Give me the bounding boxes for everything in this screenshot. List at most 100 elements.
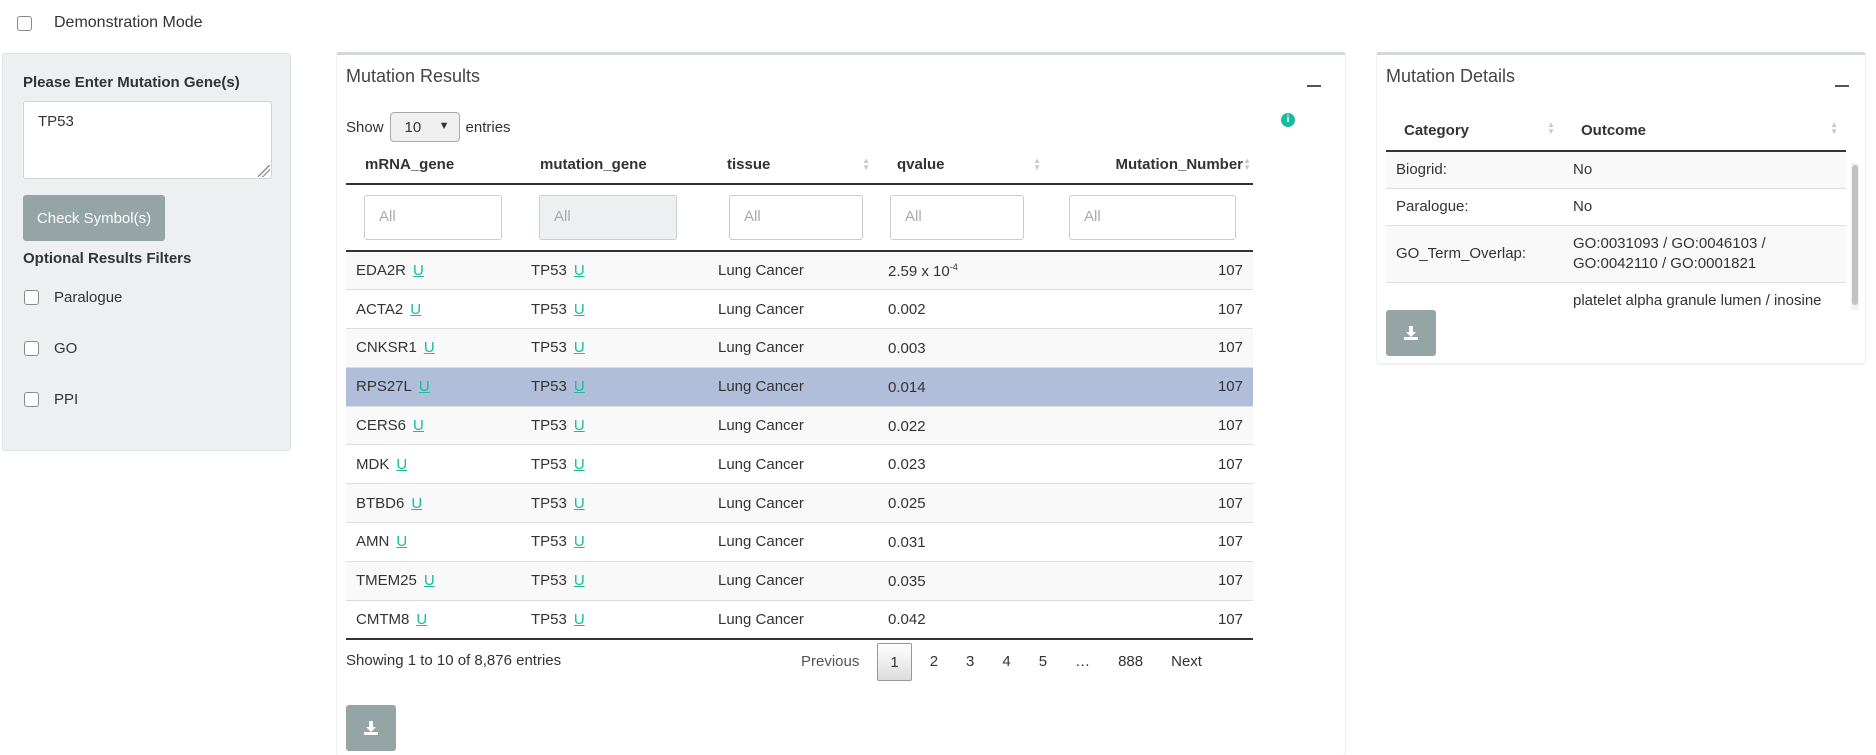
cell-mutation-number: 107 <box>1049 289 1253 329</box>
col-outcome[interactable]: Outcome ▲ ▼ <box>1563 110 1846 152</box>
cell-mrna-gene: AMN U <box>346 522 521 562</box>
col-mutation-gene[interactable]: mutation_gene <box>521 146 708 185</box>
cell-qvalue: 2.59 x 10-4 <box>878 250 1049 290</box>
qvalue-exponent: -4 <box>949 261 958 272</box>
cell-qvalue: 0.035 <box>878 560 1049 601</box>
table-row[interactable]: CMTM8 U TP53 U Lung Cancer 0.042 107 <box>346 599 1253 640</box>
cell-tissue: Lung Cancer <box>708 250 878 290</box>
cell-mutation-number: 107 <box>1049 483 1253 523</box>
detail-outcome: No <box>1563 150 1846 189</box>
uniprot-link[interactable]: U <box>574 456 585 473</box>
filter-qvalue-input[interactable]: All <box>890 195 1024 240</box>
filter-go[interactable]: GO <box>24 340 77 357</box>
col-mutation-number[interactable]: Mutation_Number ▲ ▼ <box>1049 146 1253 185</box>
filter-paralogue[interactable]: Paralogue <box>24 289 122 306</box>
detail-category <box>1386 282 1563 311</box>
cell-mutation-gene: TP53 U <box>521 522 708 562</box>
cell-tissue: Lung Cancer <box>708 444 878 484</box>
uniprot-link[interactable]: U <box>574 378 585 395</box>
uniprot-link[interactable]: U <box>424 572 435 589</box>
demo-mode-checkbox[interactable] <box>17 15 32 31</box>
page-button[interactable]: 3 <box>952 643 988 681</box>
col-category[interactable]: Category ▲ ▼ <box>1386 110 1563 152</box>
table-row[interactable]: AMN U TP53 U Lung Cancer 0.031 107 <box>346 522 1253 562</box>
uniprot-link[interactable]: U <box>396 456 407 473</box>
uniprot-link[interactable]: U <box>574 339 585 356</box>
uniprot-link[interactable]: U <box>413 417 424 434</box>
detail-outcome: GO:0031093 / GO:0046103 / GO:0042110 / G… <box>1563 225 1846 283</box>
uniprot-link[interactable]: U <box>410 301 421 318</box>
filter-tissue-input[interactable]: All <box>729 195 863 240</box>
cell-tissue: Lung Cancer <box>708 289 878 329</box>
sort-icon: ▲ ▼ <box>862 156 870 172</box>
cell-mutation-number: 107 <box>1049 599 1253 640</box>
details-scroll-area[interactable]: Category ▲ ▼ Outcome ▲ ▼ Biogrid: No Paralogue… <box>1377 55 1867 311</box>
uniprot-link[interactable]: U <box>424 339 435 356</box>
uniprot-link[interactable]: U <box>416 611 427 628</box>
results-title: Mutation Results <box>346 66 481 86</box>
cell-tissue: Lung Cancer <box>708 328 878 368</box>
table-row[interactable]: CERS6 U TP53 U Lung Cancer 0.022 107 <box>346 405 1253 445</box>
paralogue-checkbox[interactable] <box>24 290 39 305</box>
go-checkbox[interactable] <box>24 341 39 356</box>
uniprot-link[interactable]: U <box>411 495 422 512</box>
cell-qvalue: 0.025 <box>878 483 1049 523</box>
cell-qvalue: 0.023 <box>878 444 1049 484</box>
cell-mutation-gene: TP53 U <box>521 250 708 290</box>
table-row[interactable]: EDA2R U TP53 U Lung Cancer 2.59 x 10-4 107 <box>346 250 1253 290</box>
table-row[interactable]: ACTA2 U TP53 U Lung Cancer 0.002 107 <box>346 289 1253 329</box>
next-button[interactable]: Next <box>1157 643 1216 681</box>
uniprot-link[interactable]: U <box>413 262 424 279</box>
uniprot-link[interactable]: U <box>396 533 407 550</box>
page-button[interactable]: 888 <box>1104 643 1157 681</box>
filter-ppi[interactable]: PPI <box>24 391 78 408</box>
previous-button[interactable]: Previous <box>787 643 873 681</box>
uniprot-link[interactable]: U <box>419 378 430 395</box>
cell-mutation-number: 107 <box>1049 366 1253 407</box>
uniprot-link[interactable]: U <box>574 262 585 279</box>
page-button[interactable]: 2 <box>916 643 952 681</box>
pagination: Previous 1 2 3 4 5 … 888 Next <box>787 643 1216 681</box>
detail-category: Biogrid: <box>1386 150 1563 189</box>
ppi-label: PPI <box>54 391 79 408</box>
page-length-select[interactable]: 10 ▼ <box>389 112 460 142</box>
page-button[interactable]: 1 <box>877 643 912 681</box>
filters-label: Optional Results Filters <box>23 250 192 267</box>
filter-mrna-gene-input[interactable]: All <box>364 195 502 240</box>
scrollbar-thumb[interactable] <box>1852 165 1858 305</box>
uniprot-link[interactable]: U <box>574 417 585 434</box>
table-row[interactable]: TMEM25 U TP53 U Lung Cancer 0.035 107 <box>346 560 1253 601</box>
details-scrollbar[interactable] <box>1851 163 1859 310</box>
info-icon[interactable]: i <box>1281 113 1295 127</box>
col-tissue[interactable]: tissue ▲ ▼ <box>708 146 878 185</box>
collapse-results-icon[interactable] <box>1307 85 1321 87</box>
cell-tissue: Lung Cancer <box>708 560 878 601</box>
table-row[interactable]: BTBD6 U TP53 U Lung Cancer 0.025 107 <box>346 483 1253 523</box>
ppi-checkbox[interactable] <box>24 392 39 407</box>
results-table: mRNA_gene mutation_gene tissue ▲ ▼ qvalue ▲… <box>346 146 1253 640</box>
page-button[interactable]: 4 <box>988 643 1024 681</box>
uniprot-link[interactable]: U <box>574 301 585 318</box>
uniprot-link[interactable]: U <box>574 495 585 512</box>
download-results-button[interactable] <box>346 705 396 751</box>
detail-outcome: No <box>1563 188 1846 226</box>
table-row[interactable]: RPS27L U TP53 U Lung Cancer 0.014 107 <box>346 366 1253 407</box>
uniprot-link[interactable]: U <box>574 533 585 550</box>
table-row[interactable]: CNKSR1 U TP53 U Lung Cancer 0.003 107 <box>346 328 1253 368</box>
download-details-button[interactable] <box>1386 310 1436 356</box>
uniprot-link[interactable]: U <box>574 611 585 628</box>
cell-qvalue: 0.003 <box>878 328 1049 368</box>
table-row[interactable]: MDK U TP53 U Lung Cancer 0.023 107 <box>346 444 1253 484</box>
uniprot-link[interactable]: U <box>574 572 585 589</box>
filter-mutation-number-input[interactable]: All <box>1069 195 1236 240</box>
page-button[interactable]: 5 <box>1025 643 1061 681</box>
check-symbols-button[interactable]: Check Symbol(s) <box>23 195 165 241</box>
sort-icon: ▲ ▼ <box>1830 120 1838 136</box>
resize-grip-icon[interactable] <box>258 165 270 177</box>
results-header-row: mRNA_gene mutation_gene tissue ▲ ▼ qvalue ▲… <box>346 146 1253 185</box>
col-qvalue[interactable]: qvalue ▲ ▼ <box>878 146 1049 185</box>
col-mrna-gene[interactable]: mRNA_gene <box>346 146 521 185</box>
mutation-results-box: Mutation Results Show 10 ▼ entries i mRN… <box>336 52 1346 755</box>
gene-input[interactable]: TP53 <box>23 101 272 179</box>
cell-mrna-gene: EDA2R U <box>346 250 521 290</box>
